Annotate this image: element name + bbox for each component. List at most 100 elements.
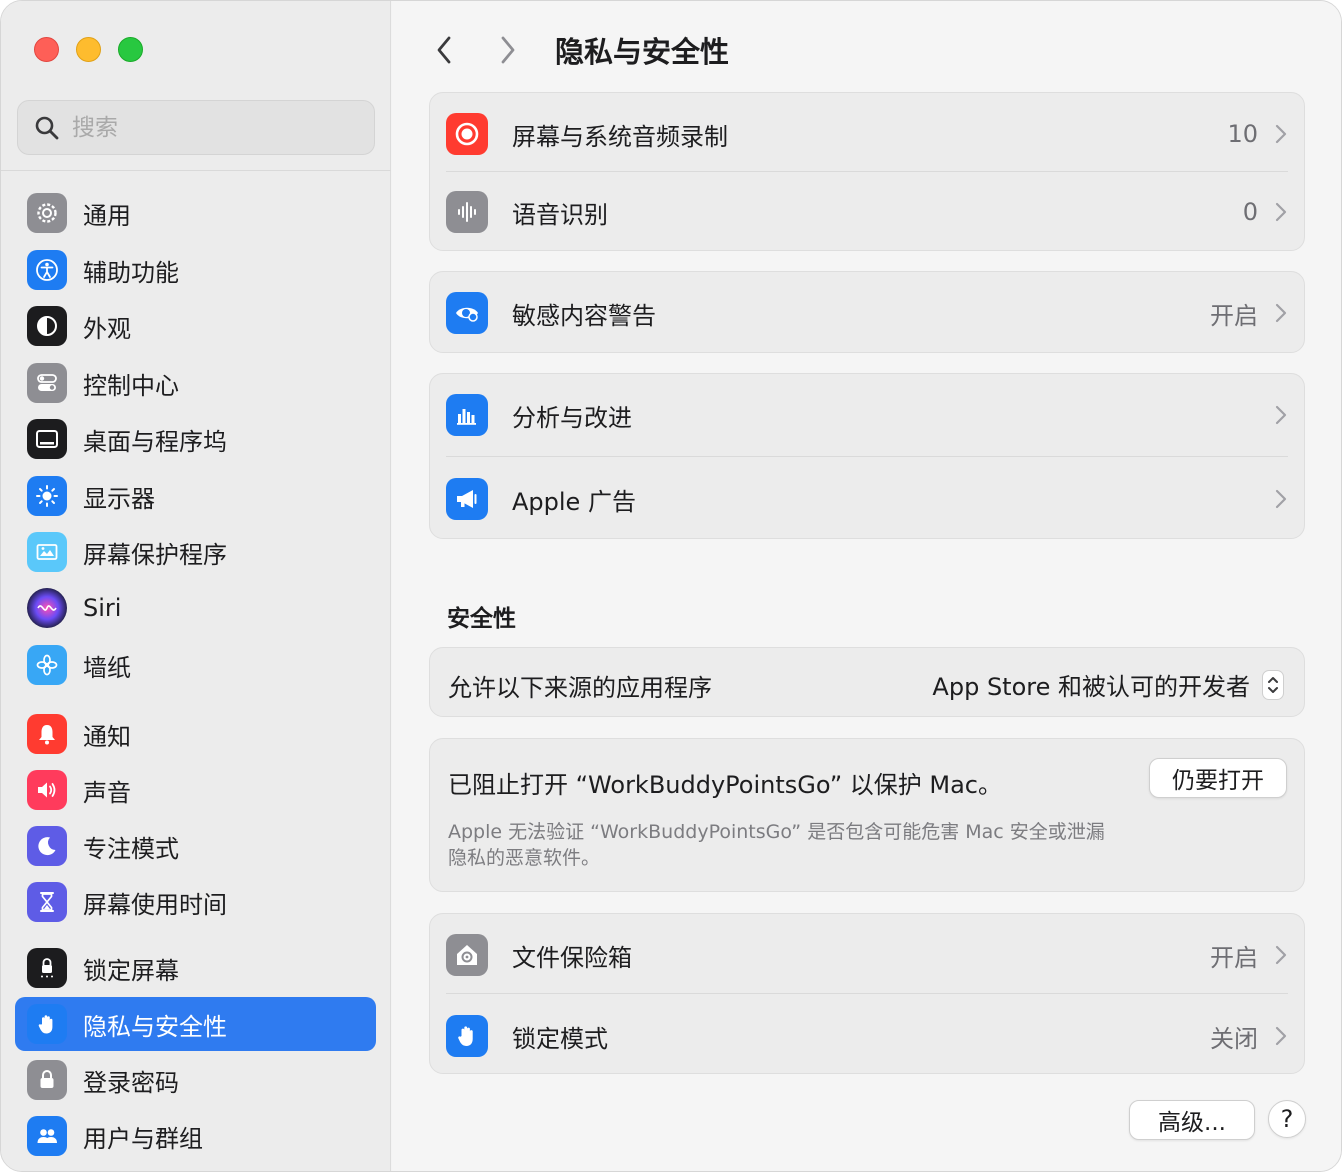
sidebar-item-label: 显示器 [83, 484, 155, 513]
row-value: 0 [1242, 198, 1258, 226]
sidebar-item-label: 锁定屏幕 [83, 956, 179, 985]
window-controls [34, 37, 143, 62]
chevron-right-icon [1275, 124, 1287, 144]
filevault-card: 文件保险箱 开启 锁定模式 关闭 [429, 913, 1305, 1074]
sidebar-item-siri[interactable]: Siri [15, 581, 376, 635]
sensitive-content-row[interactable]: 敏感内容警告 开启 [430, 272, 1306, 354]
waveform-icon [446, 191, 488, 233]
screen-recording-row[interactable]: 屏幕与系统音频录制 10 [430, 93, 1306, 175]
screensaver-icon [27, 532, 67, 572]
help-button[interactable]: ? [1268, 1100, 1306, 1138]
allow-apps-select[interactable]: App Store 和被认可的开发者 [932, 667, 1284, 702]
eye-warning-icon [446, 292, 488, 334]
sidebar-item-label: 屏幕使用时间 [83, 890, 227, 919]
row-label: 屏幕与系统音频录制 [512, 122, 728, 151]
chevron-right-icon [1275, 405, 1287, 425]
search-input[interactable] [72, 114, 352, 141]
apple-ads-row[interactable]: Apple 广告 [430, 458, 1306, 540]
row-label: 敏感内容警告 [512, 301, 656, 330]
sidebar-item-label: Siri [83, 594, 122, 622]
siri-icon [27, 588, 67, 628]
back-button[interactable] [426, 31, 462, 69]
blocked-app-title: 已阻止打开 “WorkBuddyPointsGo” 以保护 Mac。 [448, 771, 1003, 799]
chevron-right-icon [1275, 945, 1287, 965]
lockdown-mode-row[interactable]: 锁定模式 关闭 [430, 995, 1306, 1077]
sidebar-item-label: 隐私与安全性 [83, 1012, 227, 1041]
sidebar-divider [1, 170, 391, 171]
sidebar-item-accessibility[interactable]: 辅助功能 [15, 243, 376, 297]
close-window-button[interactable] [34, 37, 59, 62]
recording-card: 屏幕与系统音频录制 10 语音识别 0 [429, 92, 1305, 251]
sidebar-item-appearance[interactable]: 外观 [15, 299, 376, 353]
forward-button[interactable] [490, 31, 526, 69]
row-label: Apple 广告 [512, 487, 636, 516]
sidebar-item-displays[interactable]: 显示器 [15, 469, 376, 523]
sidebar-item-label: 控制中心 [83, 371, 179, 400]
sidebar-item-lock-screen[interactable]: 锁定屏幕 [15, 941, 376, 995]
description-line: 隐私的恶意软件。 [448, 847, 601, 869]
speaker-icon [27, 770, 67, 810]
open-anyway-button[interactable]: 仍要打开 [1149, 758, 1287, 798]
chevron-right-icon [1275, 489, 1287, 509]
sidebar-item-control-center[interactable]: 控制中心 [15, 356, 376, 410]
analytics-row[interactable]: 分析与改进 [430, 374, 1306, 456]
moon-icon [27, 826, 67, 866]
bell-icon [27, 714, 67, 754]
accessibility-icon [27, 250, 67, 290]
sidebar-item-screen-time[interactable]: 屏幕使用时间 [15, 875, 376, 929]
bar-chart-icon [446, 394, 488, 436]
sidebar-item-users-groups[interactable]: 用户与群组 [15, 1109, 376, 1163]
row-value: 关闭 [1210, 1024, 1258, 1053]
hand-icon [446, 1015, 488, 1057]
allow-apps-value: App Store 和被认可的开发者 [932, 673, 1250, 701]
control-center-icon [27, 363, 67, 403]
description-line: Apple 无法验证 “WorkBuddyPointsGo” 是否包含可能危害 … [448, 821, 1105, 843]
advanced-button[interactable]: 高级... [1129, 1100, 1255, 1140]
chevron-right-icon [1275, 1026, 1287, 1046]
sidebar-item-desktop-dock[interactable]: 桌面与程序坞 [15, 412, 376, 466]
row-label: 语音识别 [512, 200, 608, 229]
display-sun-icon [27, 476, 67, 516]
row-label: 锁定模式 [512, 1024, 608, 1053]
row-label: 分析与改进 [512, 403, 632, 432]
sidebar-item-wallpaper[interactable]: 墙纸 [15, 638, 376, 692]
section-title-security: 安全性 [447, 606, 516, 632]
sidebar-item-notifications[interactable]: 通知 [15, 707, 376, 761]
sidebar-item-label: 登录密码 [83, 1068, 179, 1097]
sidebar-item-label: 声音 [83, 778, 131, 807]
padlock-icon [27, 1060, 67, 1100]
search-icon [35, 116, 59, 139]
sidebar-item-label: 通用 [83, 201, 131, 230]
sidebar-item-label: 墙纸 [83, 653, 131, 682]
allow-apps-label: 允许以下来源的应用程序 [448, 674, 712, 702]
hourglass-icon [27, 882, 67, 922]
sidebar-item-focus[interactable]: 专注模式 [15, 819, 376, 873]
record-icon [446, 113, 488, 155]
appearance-icon [27, 306, 67, 346]
hand-icon [27, 1004, 67, 1044]
sidebar: 通用 辅助功能 外观 控制中心 桌面与程序坞 [1, 1, 391, 1171]
row-divider [446, 456, 1288, 457]
chevron-right-icon [1275, 202, 1287, 222]
chevron-right-icon [1275, 303, 1287, 323]
sidebar-item-label: 外观 [83, 314, 131, 343]
sidebar-item-privacy-security[interactable]: 隐私与安全性 [15, 997, 376, 1051]
sidebar-item-general[interactable]: 通用 [15, 186, 376, 240]
sidebar-item-sound[interactable]: 声音 [15, 763, 376, 817]
filevault-row[interactable]: 文件保险箱 开启 [430, 914, 1306, 996]
minimize-window-button[interactable] [76, 37, 101, 62]
row-divider [446, 993, 1288, 994]
row-value: 开启 [1210, 301, 1258, 330]
lock-screen-icon [27, 948, 67, 988]
sidebar-item-login-password[interactable]: 登录密码 [15, 1053, 376, 1107]
search-field[interactable] [17, 100, 375, 155]
allow-apps-card: 允许以下来源的应用程序 App Store 和被认可的开发者 [429, 647, 1305, 717]
row-value: 开启 [1210, 943, 1258, 972]
row-value: 10 [1227, 120, 1258, 148]
megaphone-icon [446, 478, 488, 520]
zoom-window-button[interactable] [118, 37, 143, 62]
sidebar-item-label: 屏幕保护程序 [83, 540, 227, 569]
sidebar-item-screensaver[interactable]: 屏幕保护程序 [15, 525, 376, 579]
settings-window: 通用 辅助功能 外观 控制中心 桌面与程序坞 [0, 0, 1342, 1172]
speech-recognition-row[interactable]: 语音识别 0 [430, 171, 1306, 253]
